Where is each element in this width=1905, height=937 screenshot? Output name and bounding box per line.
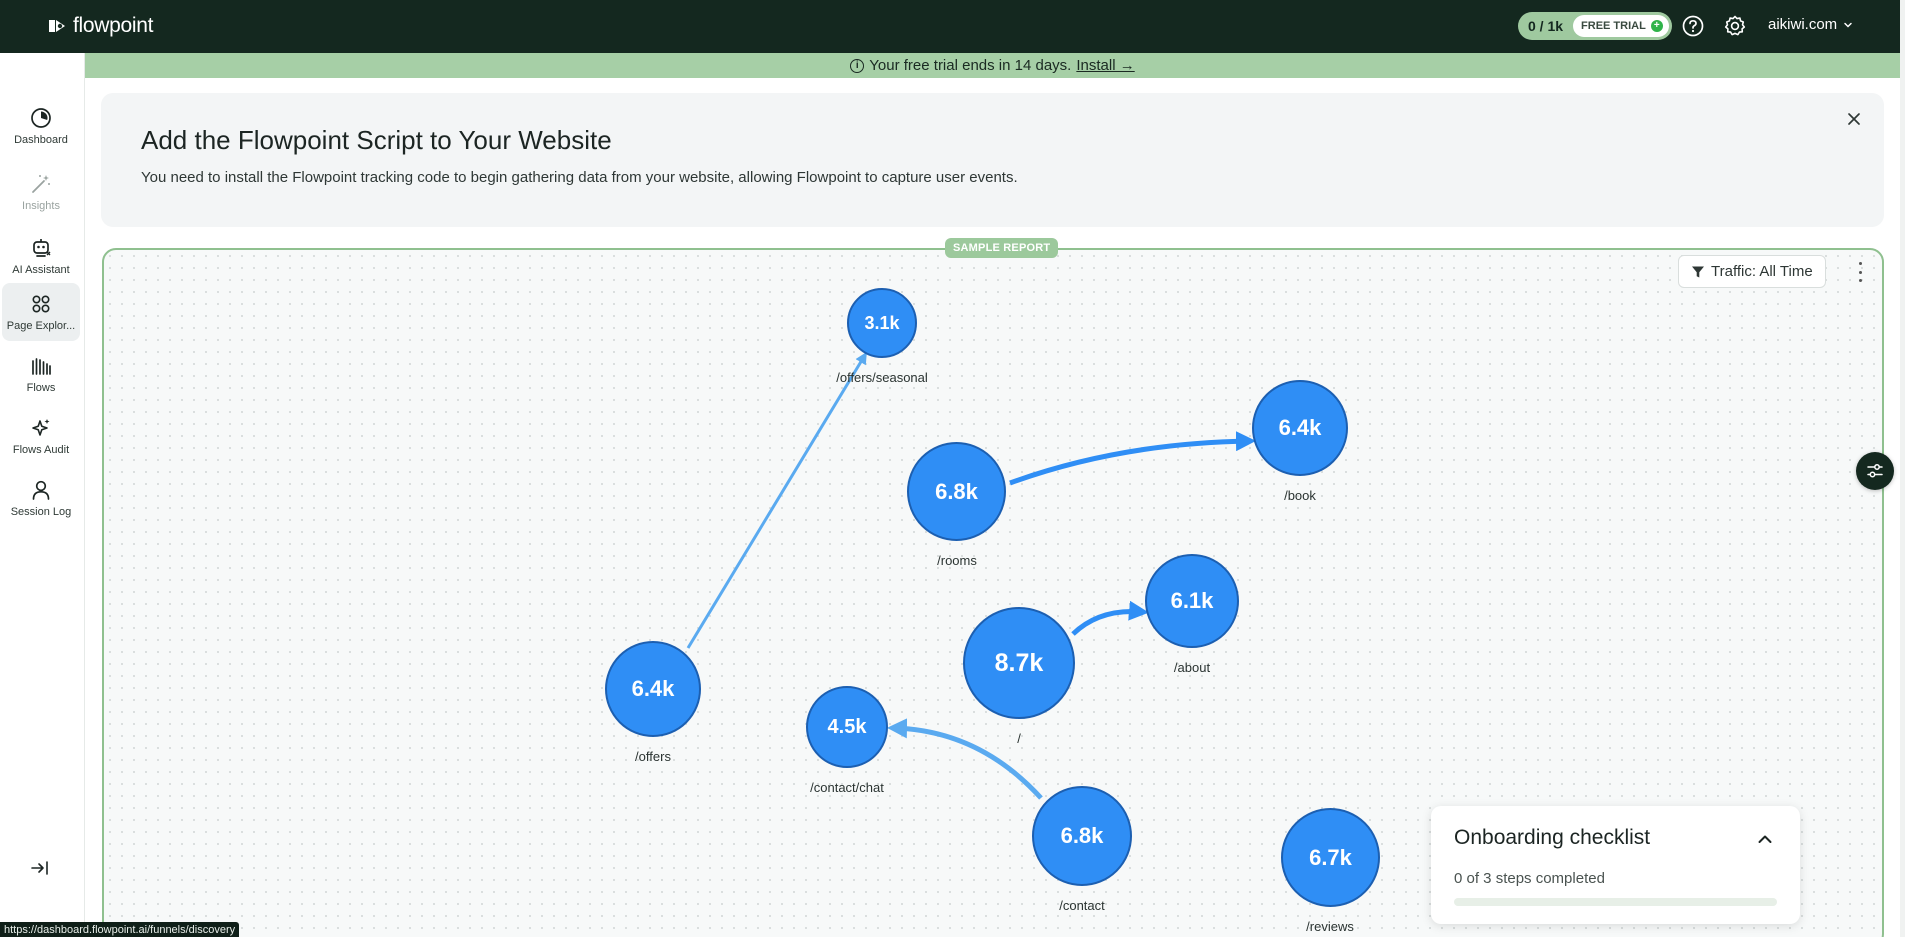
- close-icon[interactable]: [1844, 109, 1864, 129]
- plus-icon: +: [1650, 20, 1663, 32]
- node-value: 3.1k: [864, 312, 900, 333]
- filter-icon: [1692, 266, 1704, 277]
- trial-banner-text: Your free trial ends in 14 days.: [869, 57, 1072, 74]
- free-trial-label: FREE TRIAL: [1581, 20, 1646, 32]
- sparkle-icon: [29, 416, 53, 440]
- node-path-label: /offers: [635, 749, 671, 764]
- node-path-label: /contact/chat: [810, 780, 884, 795]
- robot-icon: [29, 236, 53, 260]
- flow-node-contact-chat[interactable]: 4.5k: [806, 686, 888, 768]
- node-value: 6.4k: [1278, 415, 1322, 440]
- flow-node-home[interactable]: 8.7k: [963, 607, 1075, 719]
- install-card-title: Add the Flowpoint Script to Your Website: [141, 125, 612, 155]
- sidebar-item-label: Session Log: [10, 506, 72, 518]
- flow-node-book[interactable]: 6.4k: [1252, 380, 1348, 476]
- sidebar-item-insights[interactable]: Insights: [2, 163, 80, 221]
- install-link[interactable]: Install →: [1076, 57, 1134, 74]
- account-menu[interactable]: aikiwi.com: [1768, 16, 1853, 33]
- usage-quota[interactable]: 0 / 1k FREE TRIAL +: [1518, 12, 1672, 40]
- help-icon[interactable]: [1680, 13, 1706, 39]
- flowpoint-logo-icon: [49, 20, 65, 32]
- flow-node-offers-seasonal[interactable]: 3.1k: [847, 288, 917, 358]
- flow-node-about[interactable]: 6.1k: [1145, 554, 1239, 648]
- node-value: 8.7k: [994, 648, 1044, 677]
- checklist-progress-bar: [1454, 898, 1777, 906]
- node-path-label: /book: [1284, 488, 1316, 503]
- node-value: 6.8k: [935, 478, 978, 504]
- brand-logo[interactable]: flowpoint: [47, 14, 153, 38]
- sidebar-item-label: Flows Audit: [12, 444, 70, 456]
- gear-icon[interactable]: [1722, 13, 1748, 39]
- node-value: 6.1k: [1170, 588, 1214, 613]
- flow-node-contact[interactable]: 6.8k: [1032, 786, 1132, 886]
- node-path-label: /: [1017, 731, 1021, 746]
- checklist-title: Onboarding checklist: [1454, 826, 1651, 849]
- expand-sidebar-icon[interactable]: [28, 856, 52, 880]
- top-bar: flowpoint 0 / 1k FREE TRIAL + aikiwi.com: [0, 0, 1905, 53]
- free-trial-badge: FREE TRIAL +: [1573, 15, 1669, 37]
- sidebar-item-label: Dashboard: [14, 134, 68, 146]
- sidebar-item-page-explorer[interactable]: Page Explor...: [2, 283, 80, 341]
- node-path-label: /contact: [1059, 898, 1105, 913]
- chevron-down-icon: [1844, 22, 1852, 28]
- node-path-label: /rooms: [937, 553, 977, 568]
- dashboard-icon: [29, 106, 53, 130]
- flow-node-offers[interactable]: 6.4k: [605, 641, 701, 737]
- sidebar-item-label: Insights: [22, 200, 60, 212]
- traffic-filter-button[interactable]: Traffic: All Time: [1678, 255, 1826, 288]
- page-scrollbar[interactable]: [1900, 0, 1905, 937]
- sidebar: Dashboard Insights AI Assistant Page Exp…: [0, 53, 85, 937]
- sample-report-badge: SAMPLE REPORT: [945, 238, 1059, 258]
- node-value: 6.8k: [1060, 823, 1104, 848]
- node-value: 6.4k: [631, 676, 675, 701]
- sidebar-item-label: Page Explor...: [6, 320, 76, 332]
- node-path-label: /offers/seasonal: [836, 370, 928, 385]
- bars-icon: [29, 354, 53, 378]
- checklist-progress-text: 0 of 3 steps completed: [1454, 870, 1605, 887]
- trial-banner: i Your free trial ends in 14 days. Insta…: [85, 53, 1900, 78]
- user-icon: [29, 478, 53, 502]
- install-script-card: Add the Flowpoint Script to Your Website…: [101, 93, 1884, 227]
- grid-icon: [29, 292, 53, 316]
- node-value: 4.5k: [827, 715, 867, 738]
- magic-wand-icon: [29, 172, 53, 196]
- sidebar-item-flows-audit[interactable]: Flows Audit: [2, 407, 80, 465]
- brand-name: flowpoint: [73, 14, 154, 37]
- sidebar-item-dashboard[interactable]: Dashboard: [2, 97, 80, 155]
- sidebar-item-ai-assistant[interactable]: AI Assistant: [2, 227, 80, 285]
- sidebar-item-session-log[interactable]: Session Log: [2, 469, 80, 527]
- traffic-filter-label: Traffic: All Time: [1711, 263, 1813, 280]
- account-name: aikiwi.com: [1768, 16, 1838, 33]
- node-path-label: /about: [1173, 660, 1211, 675]
- install-card-description: You need to install the Flowpoint tracki…: [141, 169, 1018, 186]
- node-value: 6.7k: [1309, 844, 1352, 870]
- chevron-up-icon[interactable]: [1756, 830, 1774, 848]
- filter-settings-button[interactable]: [1856, 452, 1894, 490]
- sidebar-item-label: Flows: [26, 382, 56, 394]
- flow-node-reviews[interactable]: 6.7k: [1281, 808, 1380, 907]
- info-icon: i: [850, 58, 865, 73]
- onboarding-checklist[interactable]: Onboarding checklist 0 of 3 steps comple…: [1431, 806, 1800, 924]
- more-options-icon[interactable]: [1852, 262, 1868, 282]
- status-bar-url: https://dashboard.flowpoint.ai/funnels/d…: [0, 922, 240, 937]
- sidebar-item-label: AI Assistant: [12, 264, 70, 276]
- sidebar-item-flows[interactable]: Flows: [2, 345, 80, 403]
- quota-count: 0 / 1k: [1528, 18, 1564, 34]
- sliders-icon: [1867, 464, 1883, 478]
- node-path-label: /reviews: [1306, 919, 1354, 934]
- flow-node-rooms[interactable]: 6.8k: [907, 442, 1006, 541]
